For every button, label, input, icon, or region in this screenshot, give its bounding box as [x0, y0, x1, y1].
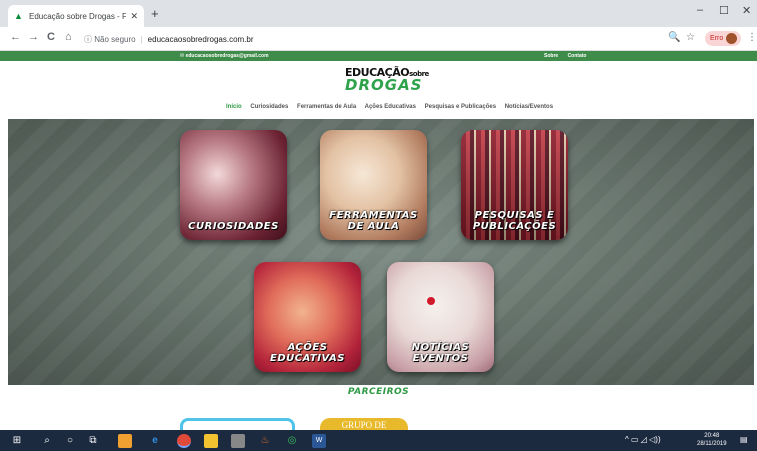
- top-link-sobre[interactable]: Sobre: [544, 53, 558, 59]
- search-icon[interactable]: ⌕: [40, 434, 54, 448]
- home-button[interactable]: ⌂: [65, 31, 72, 43]
- partners-heading: PARCEIROS: [347, 387, 410, 397]
- taskbar-clock[interactable]: 20:48 28/11/2019: [697, 432, 727, 448]
- app-icon-1[interactable]: [118, 434, 132, 448]
- card-label: AÇÕES EDUCATIVAS: [270, 342, 345, 364]
- browser-tab[interactable]: ▲ Educação sobre Drogas - França ✕: [8, 5, 144, 27]
- app-icon-2[interactable]: ♨: [258, 434, 272, 448]
- reload-button[interactable]: C: [47, 31, 55, 43]
- card-label: FERRAMENTAS DE AULA: [329, 210, 418, 232]
- top-links: Sobre Contato: [544, 53, 594, 59]
- task-view-icon[interactable]: ⧉: [86, 434, 100, 448]
- contact-email-link[interactable]: ✉ educacaosobredrogas@gmail.com: [180, 53, 269, 59]
- forward-button[interactable]: →: [28, 31, 39, 43]
- card-ferramentas-de-aula[interactable]: FERRAMENTAS DE AULA: [320, 130, 427, 240]
- nav-item-pesquisas[interactable]: Pesquisas e Publicações: [425, 104, 496, 110]
- nav-item-ferramentas[interactable]: Ferramentas de Aula: [297, 104, 356, 110]
- avatar: [726, 33, 738, 44]
- clock-time: 20:48: [704, 433, 720, 439]
- card-label: PESQUISAS E PUBLICAÇÕES: [472, 210, 557, 232]
- nav-item-noticias[interactable]: Notícias/Eventos: [505, 104, 553, 110]
- minimize-button[interactable]: –: [697, 4, 703, 16]
- system-tray-icons[interactable]: ^ ▭ ◿ ◁)): [625, 435, 661, 444]
- bookmark-star-icon[interactable]: ☆: [686, 32, 695, 43]
- nav-item-inicio[interactable]: Início: [226, 104, 242, 110]
- maximize-button[interactable]: ☐: [719, 4, 729, 17]
- main-navigation: Início Curiosidades Ferramentas de Aula …: [226, 104, 560, 110]
- browser-toolbar: ← → C ⌂ ⓘ Não seguro | educacaosobredrog…: [0, 27, 757, 51]
- tab-title: Educação sobre Drogas - França: [29, 11, 127, 21]
- address-bar[interactable]: ⓘ Não seguro | educacaosobredrogas.com.b…: [84, 30, 684, 48]
- calendar-pin-icon: [427, 297, 435, 305]
- card-acoes-educativas[interactable]: AÇÕES EDUCATIVAS: [254, 262, 361, 372]
- nav-item-acoes[interactable]: Ações Educativas: [365, 104, 416, 110]
- clock-date: 28/11/2019: [697, 441, 727, 447]
- edge-icon[interactable]: e: [148, 434, 162, 448]
- top-link-contato[interactable]: Contato: [568, 53, 587, 59]
- word-icon[interactable]: W: [312, 434, 326, 448]
- back-button[interactable]: ←: [10, 31, 21, 43]
- site-logo[interactable]: EDUCAÇÃOsobre DROGAS: [345, 66, 429, 94]
- windows-taskbar: ⊞ ⌕ ○ ⧉ e ♨ ◎ W ^ ▭ ◿ ◁)) 20:48 28/11/20…: [0, 430, 757, 451]
- tab-close-icon[interactable]: ✕: [130, 11, 138, 22]
- card-curiosidades[interactable]: CURIOSIDADES: [180, 130, 287, 240]
- profile-label: Erro: [710, 35, 724, 42]
- card-noticias-eventos[interactable]: NOTÍCIAS EVENTOS: [387, 262, 494, 372]
- site-top-bar: ✉ educacaosobredrogas@gmail.com Sobre Co…: [0, 51, 757, 61]
- file-explorer-icon[interactable]: [204, 434, 218, 448]
- omnibox-divider: |: [140, 34, 143, 44]
- nav-item-curiosidades[interactable]: Curiosidades: [250, 104, 288, 110]
- partner-logo-b[interactable]: GRUPO DE: [320, 418, 408, 430]
- start-button-icon[interactable]: ⊞: [10, 434, 24, 448]
- card-pesquisas-publicacoes[interactable]: PESQUISAS E PUBLICAÇÕES: [461, 130, 568, 240]
- browser-menu-icon[interactable]: ⋮: [747, 32, 757, 43]
- calculator-icon[interactable]: [231, 434, 245, 448]
- new-tab-button[interactable]: +: [151, 6, 159, 21]
- chrome-icon[interactable]: [177, 434, 191, 448]
- web-page: ✉ educacaosobredrogas@gmail.com Sobre Co…: [0, 51, 757, 430]
- card-label: NOTÍCIAS EVENTOS: [411, 342, 470, 364]
- partner-logo-a[interactable]: [180, 418, 295, 430]
- app-icon-3[interactable]: ◎: [285, 434, 299, 448]
- close-window-button[interactable]: ✕: [742, 4, 751, 17]
- url-text[interactable]: educacaosobredrogas.com.br: [148, 35, 254, 44]
- site-favicon-icon: ▲: [14, 11, 23, 21]
- card-label: CURIOSIDADES: [188, 221, 279, 232]
- profile-error-button[interactable]: Erro: [705, 31, 741, 46]
- security-indicator[interactable]: ⓘ Não seguro: [84, 34, 136, 45]
- cortana-icon[interactable]: ○: [63, 434, 77, 448]
- browser-tab-strip: ▲ Educação sobre Drogas - França ✕ + – ☐…: [0, 0, 757, 27]
- notifications-icon[interactable]: ▤: [740, 435, 748, 444]
- logo-line-2: DROGAS: [345, 76, 423, 94]
- zoom-icon[interactable]: 🔍: [668, 32, 680, 43]
